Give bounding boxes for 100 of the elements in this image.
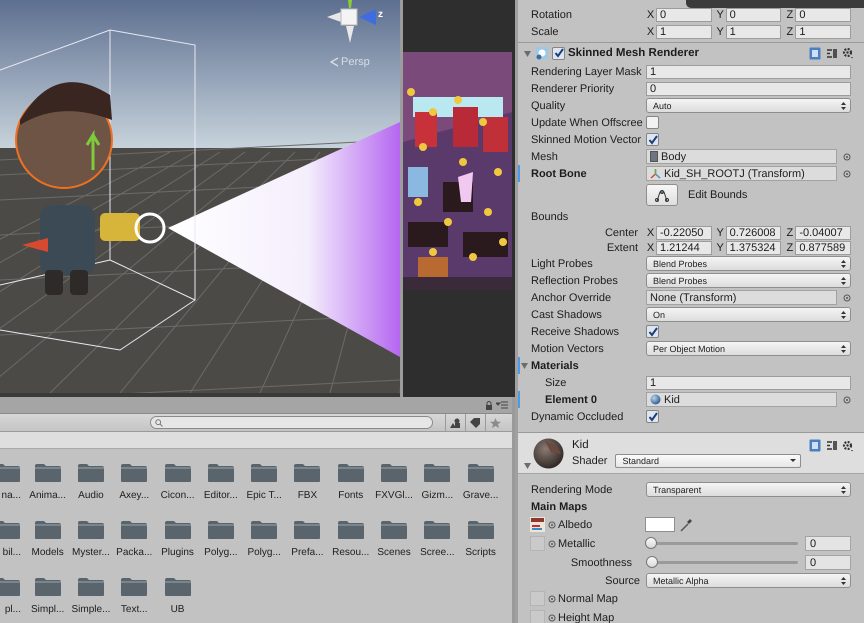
- folder-name[interactable]: UB: [170, 604, 184, 616]
- number-field[interactable]: 0: [805, 555, 851, 570]
- folder-name[interactable]: Axey...: [119, 490, 150, 502]
- dropdown[interactable]: Blend Probes: [646, 256, 851, 271]
- dropdown[interactable]: Per Object Motion: [646, 341, 851, 356]
- folder-name[interactable]: FBX: [298, 490, 318, 502]
- checkbox[interactable]: [646, 410, 659, 423]
- folder-icon[interactable]: [250, 520, 278, 540]
- folder-icon[interactable]: [120, 577, 148, 597]
- folder-name[interactable]: Grave...: [462, 490, 498, 502]
- texture-slot[interactable]: [530, 517, 545, 532]
- folder-name[interactable]: Myster...: [72, 547, 110, 559]
- dropdown[interactable]: Metallic Alpha: [646, 573, 851, 588]
- text-field[interactable]: 1: [646, 376, 851, 390]
- folder-name[interactable]: Editor...: [204, 490, 238, 502]
- folder-name[interactable]: FXVGl...: [375, 490, 413, 502]
- number-field[interactable]: 0.877589: [795, 240, 852, 254]
- folder-name[interactable]: bil...: [2, 547, 21, 559]
- dropdown[interactable]: Blend Probes: [646, 273, 851, 288]
- folder-name[interactable]: Epic T...: [246, 490, 282, 502]
- folder-icon[interactable]: [293, 520, 322, 540]
- object-field[interactable]: Body: [646, 149, 837, 164]
- folder-icon[interactable]: [164, 577, 192, 597]
- dropdown[interactable]: Standard: [615, 454, 801, 468]
- folder-icon[interactable]: [164, 520, 192, 540]
- folder-name[interactable]: pl...: [4, 604, 21, 616]
- object-picker-icon[interactable]: [843, 396, 851, 404]
- folder-name[interactable]: Scree...: [420, 547, 455, 559]
- number-field[interactable]: 0: [656, 8, 712, 22]
- number-field[interactable]: 0: [726, 8, 782, 22]
- object-picker-icon[interactable]: [843, 294, 851, 302]
- number-field[interactable]: 0.726008: [726, 226, 782, 240]
- number-field[interactable]: 0: [795, 8, 852, 22]
- folder-name[interactable]: Polyg...: [247, 547, 281, 559]
- folder-name[interactable]: Polyg...: [204, 547, 238, 559]
- folder-icon[interactable]: [423, 520, 452, 540]
- checkbox[interactable]: [552, 46, 565, 60]
- edit-bounds-button[interactable]: [646, 184, 678, 206]
- folder-icon[interactable]: [336, 463, 365, 483]
- folder-icon[interactable]: [250, 463, 278, 483]
- checkbox[interactable]: [646, 133, 659, 146]
- object-picker-icon[interactable]: [548, 614, 556, 622]
- object-field[interactable]: Kid_SH_ROOTJ (Transform): [646, 166, 837, 181]
- color-swatch[interactable]: [645, 517, 675, 532]
- number-field[interactable]: 1.375324: [726, 240, 782, 254]
- expanded-triangle-icon[interactable]: [520, 361, 529, 370]
- folder-name[interactable]: Fonts: [338, 490, 364, 502]
- folder-icon[interactable]: [466, 463, 495, 483]
- folder-name[interactable]: Models: [32, 547, 64, 559]
- folder-icon[interactable]: [76, 520, 105, 540]
- folder-name[interactable]: Gizm...: [421, 490, 454, 502]
- object-picker-icon[interactable]: [548, 594, 556, 602]
- expanded-triangle-icon[interactable]: [523, 461, 532, 470]
- folder-icon[interactable]: [0, 463, 21, 483]
- folder-name[interactable]: Packa...: [116, 547, 152, 559]
- object-field[interactable]: None (Transform): [646, 290, 837, 305]
- folder-name[interactable]: Text...: [120, 604, 148, 616]
- folder-icon[interactable]: [34, 577, 62, 597]
- folder-name[interactable]: Audio: [78, 490, 104, 502]
- checkbox[interactable]: [646, 116, 659, 129]
- folder-icon[interactable]: [34, 463, 62, 483]
- folder-name[interactable]: Simple...: [71, 604, 110, 616]
- dropdown[interactable]: On: [646, 307, 851, 322]
- folder-icon[interactable]: [76, 577, 105, 597]
- slider-thumb[interactable]: [646, 556, 658, 568]
- checkbox[interactable]: [646, 325, 659, 338]
- help-book-icon[interactable]: [809, 46, 821, 60]
- dropdown[interactable]: Auto: [646, 98, 851, 113]
- folder-icon[interactable]: [164, 463, 192, 483]
- text-field[interactable]: 0: [646, 82, 851, 96]
- help-book-icon[interactable]: [809, 439, 821, 452]
- folder-name[interactable]: Cicon...: [160, 490, 194, 502]
- presets-icon[interactable]: [826, 48, 837, 58]
- object-picker-icon[interactable]: [843, 152, 851, 160]
- folder-icon[interactable]: [336, 520, 365, 540]
- text-field[interactable]: 1: [646, 64, 851, 78]
- dropdown[interactable]: Transparent: [646, 482, 851, 497]
- menu-icon[interactable]: [496, 401, 508, 409]
- folder-icon[interactable]: [120, 463, 148, 483]
- object-picker-icon[interactable]: [548, 520, 556, 528]
- presets-icon[interactable]: [826, 440, 837, 451]
- gear-icon[interactable]: [842, 440, 854, 452]
- folder-name[interactable]: Resou...: [332, 547, 370, 559]
- folder-name[interactable]: Scripts: [465, 547, 496, 559]
- folder-name[interactable]: Prefa...: [291, 547, 324, 559]
- number-field[interactable]: 1.21244: [656, 240, 712, 254]
- folder-icon[interactable]: [206, 520, 235, 540]
- folder-name[interactable]: Plugins: [161, 547, 194, 559]
- folder-icon[interactable]: [380, 520, 408, 540]
- folder-name[interactable]: Simpl...: [30, 604, 64, 616]
- eyedropper-icon[interactable]: [679, 518, 693, 532]
- folder-icon[interactable]: [206, 463, 235, 483]
- folder-icon[interactable]: [0, 577, 21, 597]
- folder-icon[interactable]: [293, 463, 322, 483]
- slider-thumb[interactable]: [645, 537, 657, 549]
- folder-icon[interactable]: [120, 520, 148, 540]
- expanded-triangle-icon[interactable]: [523, 48, 532, 58]
- search-field[interactable]: [150, 416, 433, 429]
- number-field[interactable]: -0.04007: [795, 226, 852, 240]
- number-field[interactable]: -0.22050: [656, 226, 712, 240]
